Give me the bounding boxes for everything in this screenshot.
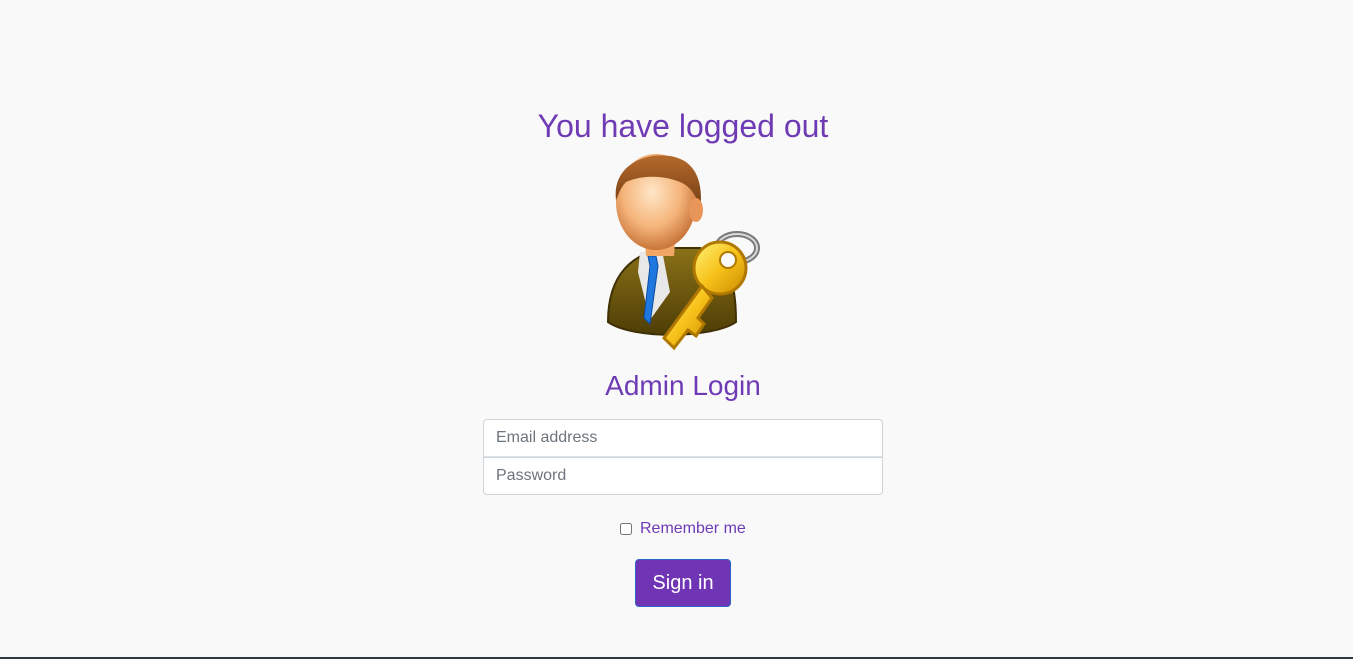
remember-me[interactable]: Remember me <box>620 520 746 538</box>
login-page: You have logged out Admin Login Email ad… <box>0 0 1353 659</box>
logout-message: You have logged out <box>537 108 829 144</box>
remember-me-checkbox[interactable] <box>620 523 632 535</box>
login-form <box>483 419 883 495</box>
admin-user-key-icon <box>606 154 760 351</box>
login-heading: Admin Login <box>605 370 761 401</box>
email-input[interactable] <box>483 419 883 457</box>
password-input[interactable] <box>483 457 883 495</box>
sign-in-button[interactable]: Sign in <box>635 559 731 607</box>
remember-me-label: Remember me <box>640 520 746 537</box>
